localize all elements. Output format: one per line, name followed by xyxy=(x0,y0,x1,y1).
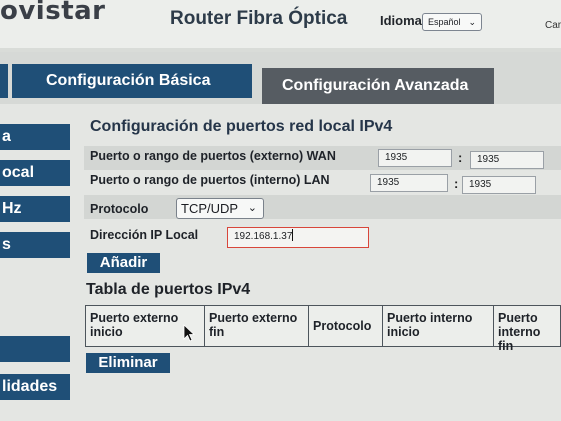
tab-basic-config[interactable]: Configuración Básica xyxy=(12,64,252,98)
ip-address-input[interactable]: 192.168.1.37 xyxy=(227,227,369,248)
column-header-internal-end: Puerto interno fin xyxy=(498,311,541,353)
sidebar-item-6[interactable]: lidades xyxy=(0,374,70,400)
protocol-select-value: TCP/UDP xyxy=(181,201,239,216)
sidebar-item-1[interactable]: a xyxy=(0,124,70,150)
ports-table: Puerto externo inicio Puerto externo fin… xyxy=(85,305,561,353)
protocol-row xyxy=(84,195,561,219)
section-title: Configuración de puertos red local IPv4 xyxy=(90,118,393,135)
lan-label: Puerto o rango de puertos (interno) LAN xyxy=(90,173,330,187)
lan-start-input[interactable]: 1935 xyxy=(370,174,448,192)
lan-end-input[interactable]: 1935 xyxy=(462,176,536,194)
sidebar-item-3[interactable]: Hz xyxy=(0,196,70,222)
header-cut-link[interactable]: Car xyxy=(545,20,561,31)
column-header-internal-start: Puerto interno inicio xyxy=(383,306,494,346)
wan-start-input[interactable]: 1935 xyxy=(378,149,452,167)
protocol-label: Protocolo xyxy=(90,202,149,216)
sidebar-item-5[interactable] xyxy=(0,336,70,362)
chevron-down-icon: ⌄ xyxy=(247,202,257,214)
wan-separator: : xyxy=(458,150,463,165)
mouse-pointer-icon xyxy=(183,324,195,342)
sidebar-item-2[interactable]: ocal xyxy=(0,160,70,186)
language-select-value: Español xyxy=(428,17,461,27)
wan-end-input[interactable]: 1935 xyxy=(470,151,544,169)
column-header-external-end: Puerto externo fin xyxy=(205,306,309,346)
table-title: Tabla de puertos IPv4 xyxy=(86,281,251,298)
top-header: ovistar Router Fibra Óptica Idioma Españ… xyxy=(0,0,561,48)
brand-logo: ovistar xyxy=(0,0,106,26)
ip-label: Dirección IP Local xyxy=(90,228,199,242)
column-header-protocol: Protocolo xyxy=(309,306,383,346)
tab-advanced-config[interactable]: Configuración Avanzada xyxy=(262,68,494,104)
tab-left-stub xyxy=(0,64,8,98)
chevron-down-icon: ⌄ xyxy=(468,17,476,27)
language-select[interactable]: Español ⌄ xyxy=(422,13,482,31)
lan-separator: : xyxy=(454,176,459,191)
language-label: Idioma xyxy=(380,13,422,28)
delete-button[interactable]: Eliminar xyxy=(86,353,170,373)
ip-address-value: 192.168.1.37 xyxy=(234,231,293,242)
page-title: Router Fibra Óptica xyxy=(170,8,348,29)
sidebar-item-4[interactable]: s xyxy=(0,232,70,258)
wan-label: Puerto o rango de puertos (externo) WAN xyxy=(90,149,336,163)
text-caret xyxy=(292,229,294,241)
protocol-select[interactable]: TCP/UDP ⌄ xyxy=(176,198,264,219)
add-button[interactable]: Añadir xyxy=(87,253,160,273)
